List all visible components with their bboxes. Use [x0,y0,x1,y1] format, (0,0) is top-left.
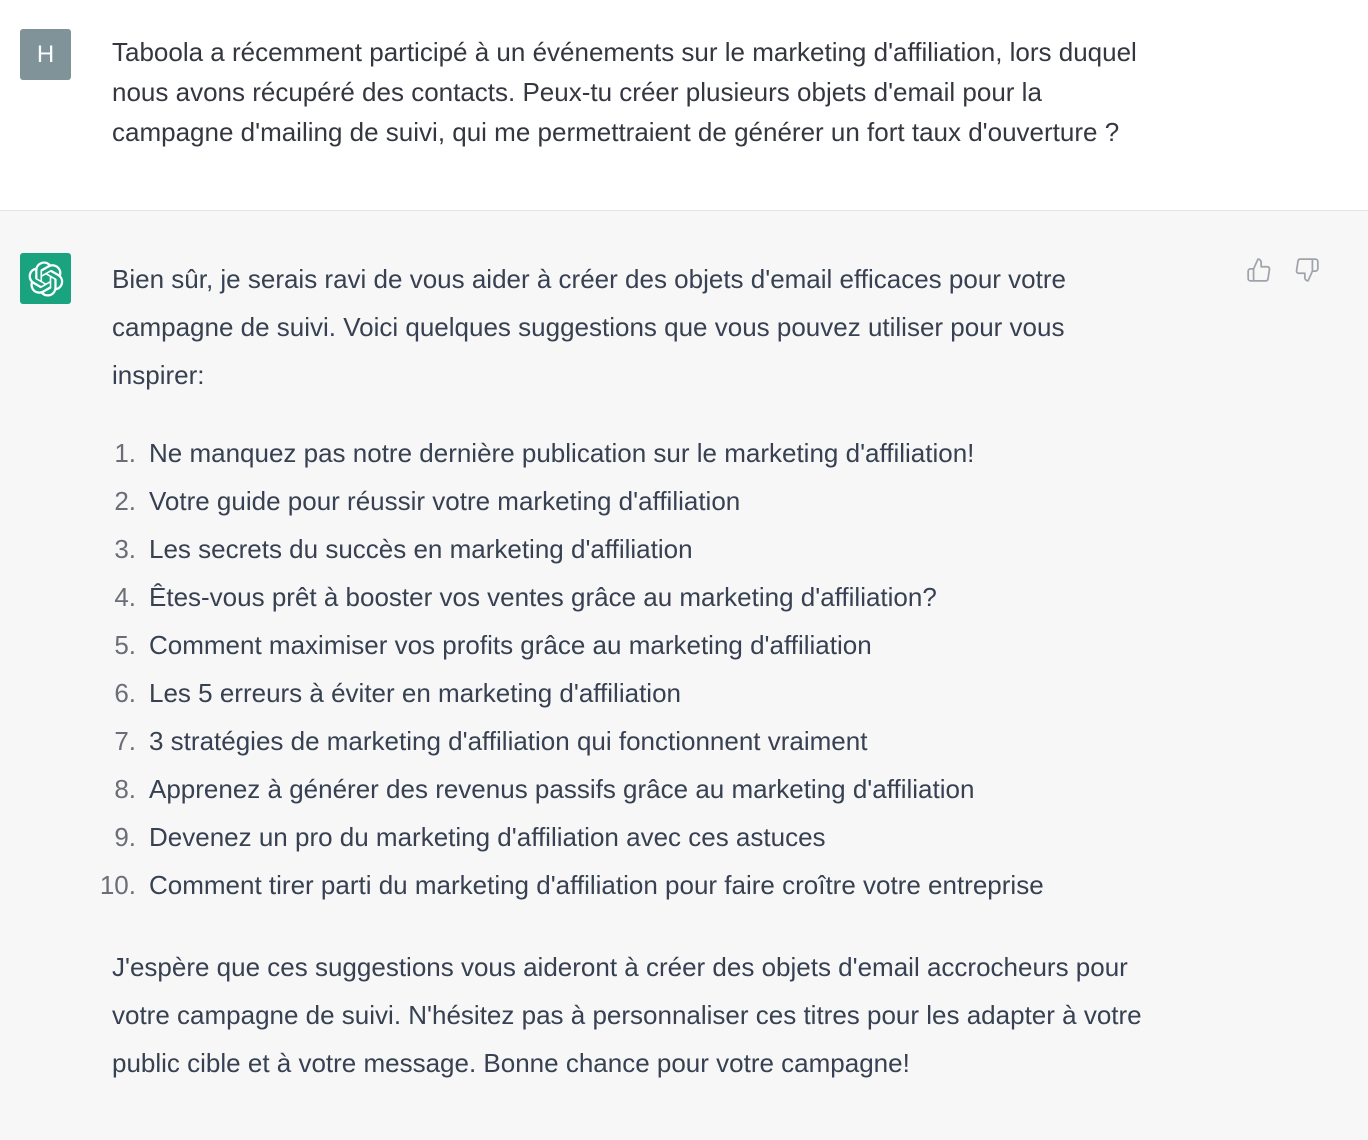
list-text: Apprenez à générer des revenus passifs g… [149,774,975,804]
list-text: Ne manquez pas notre dernière publicatio… [149,438,975,468]
list-number: 1. [114,438,136,468]
list-number: 4. [114,582,136,612]
list-text: Les 5 erreurs à éviter en marketing d'af… [149,678,681,708]
user-avatar: H [20,29,71,80]
list-text: Comment tirer parti du marketing d'affil… [149,870,1044,900]
thumbs-down-icon [1295,258,1319,282]
thumbs-up-button[interactable] [1246,257,1272,283]
list-item: 3. Les secrets du succès en marketing d'a… [112,525,1232,573]
list-text: Devenez un pro du marketing d'affiliatio… [149,822,826,852]
list-text: Votre guide pour réussir votre marketing… [149,486,741,516]
list-item: 9. Devenez un pro du marketing d'affiliat… [112,813,1232,861]
list-item: 1. Ne manquez pas notre dernière publicat… [112,429,1232,477]
list-number: 9. [114,822,136,852]
list-item: 5. Comment maximiser vos profits grâce au… [112,621,1232,669]
assistant-message-row: Bien sûr, je serais ravi de vous aider à… [0,211,1368,1140]
list-text: Les secrets du succès en marketing d'aff… [149,534,693,564]
list-item: 2. Votre guide pour réussir votre marketi… [112,477,1232,525]
list-text: Comment maximiser vos profits grâce au m… [149,630,872,660]
list-number: 7. [114,726,136,756]
feedback-buttons [1246,257,1320,283]
thumbs-down-button[interactable] [1294,257,1320,283]
list-number: 5. [114,630,136,660]
user-message-text: Taboola a récemment participé à un événe… [112,37,1137,147]
assistant-message-content: Bien sûr, je serais ravi de vous aider à… [100,255,1232,1087]
list-number: 2. [114,486,136,516]
assistant-outro: J'espère que ces suggestions vous aidero… [112,952,1142,1078]
list-number: 10. [99,870,136,900]
thumbs-up-icon [1247,258,1271,282]
list-number: 6. [114,678,136,708]
openai-logo-icon [28,260,63,297]
assistant-intro: Bien sûr, je serais ravi de vous aider à… [112,264,1066,390]
list-item: 7. 3 stratégies de marketing d'affiliatio… [112,717,1232,765]
user-message-row: H Taboola a récemment participé à un évé… [0,0,1368,211]
list-text: 3 stratégies de marketing d'affiliation … [149,726,868,756]
list-item: 6. Les 5 erreurs à éviter en marketing d'… [112,669,1232,717]
list-item: 10. Comment tirer parti du marketing d'af… [100,861,1232,909]
assistant-avatar [20,253,71,304]
list-text: Êtes-vous prêt à booster vos ventes grâc… [149,582,937,612]
suggestion-list: 1. Ne manquez pas notre dernière publicat… [100,429,1232,909]
list-number: 8. [114,774,136,804]
list-item: 8. Apprenez à générer des revenus passifs… [112,765,1232,813]
list-item: 4. Êtes-vous prêt à booster vos ventes gr… [112,573,1232,621]
list-number: 3. [114,534,136,564]
